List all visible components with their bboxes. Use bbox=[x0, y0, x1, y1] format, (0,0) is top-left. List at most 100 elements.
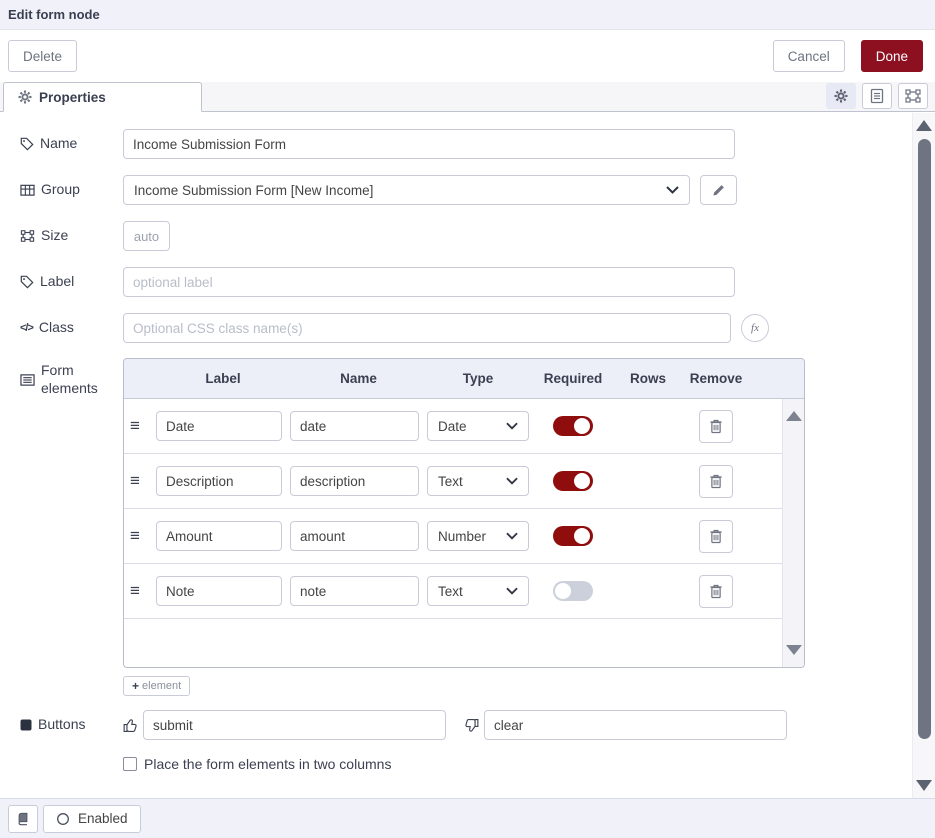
panel-scroll-up-arrow[interactable] bbox=[916, 120, 932, 131]
tab-tools bbox=[826, 82, 935, 111]
column-header-rows: Rows bbox=[617, 371, 679, 386]
gear-icon bbox=[834, 89, 848, 103]
trash-icon bbox=[709, 419, 723, 434]
plus-icon: + bbox=[132, 679, 139, 693]
column-header-name: Name bbox=[290, 371, 427, 386]
element-label-input[interactable] bbox=[156, 466, 282, 496]
dialog-title: Edit form node bbox=[8, 7, 100, 22]
chevron-down-icon bbox=[666, 186, 679, 194]
element-type-select[interactable]: Date bbox=[427, 411, 529, 441]
tab-row: Properties bbox=[0, 82, 935, 112]
label-label: Label bbox=[20, 273, 123, 291]
element-type-select[interactable]: Text bbox=[427, 466, 529, 496]
scroll-up-arrow[interactable] bbox=[786, 411, 802, 421]
gear-icon bbox=[18, 90, 32, 104]
add-element-button[interactable]: + element bbox=[123, 676, 190, 696]
delete-button[interactable]: Delete bbox=[8, 40, 77, 72]
submit-button-label-input[interactable] bbox=[143, 710, 446, 740]
element-name-input[interactable] bbox=[290, 411, 419, 441]
appearance-tab-button[interactable] bbox=[898, 83, 928, 109]
chevron-down-icon bbox=[506, 477, 518, 485]
properties-gear-button[interactable] bbox=[826, 83, 856, 109]
expression-button[interactable]: fx bbox=[741, 314, 769, 342]
element-type-value: Text bbox=[438, 474, 506, 489]
size-row: Size auto bbox=[0, 221, 935, 251]
two-columns-row: Place the form elements in two columns bbox=[0, 756, 935, 772]
class-label: </> Class bbox=[20, 319, 123, 337]
tab-properties[interactable]: Properties bbox=[3, 82, 202, 112]
element-type-select[interactable]: Text bbox=[427, 576, 529, 606]
chevron-down-icon bbox=[506, 587, 518, 595]
required-toggle[interactable] bbox=[553, 581, 593, 601]
element-label-input[interactable] bbox=[156, 576, 282, 606]
chevron-down-icon bbox=[506, 422, 518, 430]
element-name-input[interactable] bbox=[290, 521, 419, 551]
form-element-row: ≡ Number bbox=[124, 509, 782, 564]
footer-bar: Enabled bbox=[0, 798, 935, 838]
dialog-titlebar: Edit form node bbox=[0, 0, 935, 30]
panel-scroll-thumb[interactable] bbox=[918, 139, 931, 739]
enabled-toggle-button[interactable]: Enabled bbox=[43, 805, 141, 833]
pencil-icon bbox=[712, 184, 725, 197]
required-toggle[interactable] bbox=[553, 471, 593, 491]
form-elements-table: Label Name Type Required Rows Remove ≡ D… bbox=[123, 358, 805, 668]
remove-element-button[interactable] bbox=[699, 410, 733, 443]
label-input[interactable] bbox=[123, 267, 735, 297]
panel-scroll-down-arrow[interactable] bbox=[916, 780, 932, 791]
two-columns-checkbox[interactable] bbox=[123, 757, 137, 771]
drag-handle[interactable]: ≡ bbox=[130, 471, 156, 491]
element-type-value: Text bbox=[438, 584, 506, 599]
name-input[interactable] bbox=[123, 129, 735, 159]
drag-handle[interactable]: ≡ bbox=[130, 581, 156, 601]
element-label-input[interactable] bbox=[156, 411, 282, 441]
group-label: Group bbox=[20, 181, 123, 199]
column-header-label: Label bbox=[156, 371, 290, 386]
table-icon bbox=[20, 183, 35, 197]
book-icon bbox=[16, 812, 30, 826]
document-icon bbox=[870, 88, 884, 104]
required-toggle[interactable] bbox=[553, 416, 593, 436]
drag-handle[interactable]: ≡ bbox=[130, 416, 156, 436]
trash-icon bbox=[709, 529, 723, 544]
object-group-icon bbox=[20, 229, 35, 243]
cancel-button[interactable]: Cancel bbox=[773, 40, 845, 72]
size-label: Size bbox=[20, 227, 123, 245]
filled-square-icon bbox=[20, 719, 32, 731]
panel-scrollbar[interactable] bbox=[912, 113, 935, 798]
chevron-down-icon bbox=[506, 532, 518, 540]
form-element-row: ≡ Text bbox=[124, 564, 782, 619]
label-row: Label bbox=[0, 267, 935, 297]
element-label-input[interactable] bbox=[156, 521, 282, 551]
drag-handle[interactable]: ≡ bbox=[130, 526, 156, 546]
form-elements-rows: ≡ Date bbox=[124, 399, 782, 667]
table-scrollbar[interactable] bbox=[782, 399, 804, 667]
size-auto-button[interactable]: auto bbox=[123, 221, 170, 251]
clear-button-label-input[interactable] bbox=[484, 710, 787, 740]
circle-icon bbox=[56, 812, 70, 826]
class-input[interactable] bbox=[123, 313, 731, 343]
scroll-down-arrow[interactable] bbox=[786, 645, 802, 655]
column-header-type: Type bbox=[427, 371, 529, 386]
fx-icon: fx bbox=[751, 322, 759, 334]
description-tab-button[interactable] bbox=[862, 83, 892, 109]
remove-element-button[interactable] bbox=[699, 465, 733, 498]
element-name-input[interactable] bbox=[290, 576, 419, 606]
element-name-input[interactable] bbox=[290, 466, 419, 496]
name-row: Name bbox=[0, 129, 935, 159]
tag-icon bbox=[20, 137, 34, 151]
element-type-value: Date bbox=[438, 419, 506, 434]
trash-icon bbox=[709, 584, 723, 599]
edit-group-button[interactable] bbox=[700, 175, 737, 205]
node-help-button[interactable] bbox=[8, 805, 38, 833]
action-row: Delete Cancel Done bbox=[0, 30, 935, 82]
element-type-select[interactable]: Number bbox=[427, 521, 529, 551]
required-toggle[interactable] bbox=[553, 526, 593, 546]
remove-element-button[interactable] bbox=[699, 520, 733, 553]
column-header-required: Required bbox=[529, 371, 617, 386]
form-element-row: ≡ Text bbox=[124, 454, 782, 509]
remove-element-button[interactable] bbox=[699, 575, 733, 608]
form-elements-label: Form elements bbox=[20, 362, 123, 397]
group-select[interactable]: Income Submission Form [New Income] bbox=[123, 175, 690, 205]
form-element-row: ≡ Date bbox=[124, 399, 782, 454]
done-button[interactable]: Done bbox=[861, 40, 923, 72]
